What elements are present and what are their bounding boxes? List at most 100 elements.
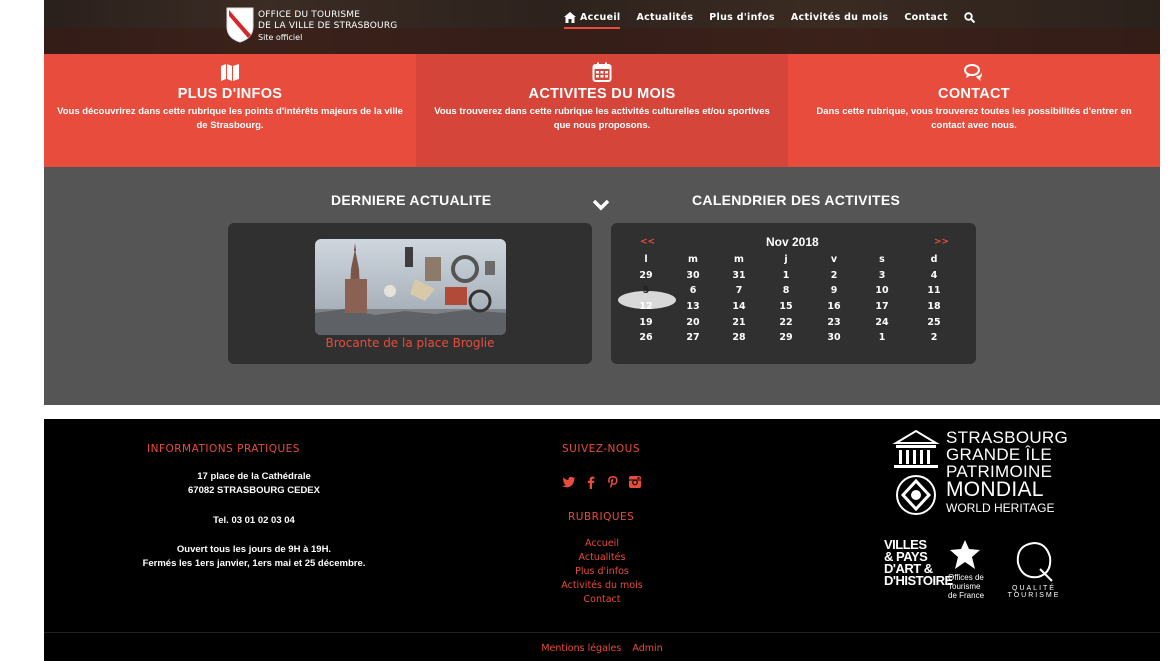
calendar-day[interactable]: 23 <box>814 317 854 328</box>
qualite-tourisme-label: QUALITÉ TOURISME <box>1007 585 1061 599</box>
calendar-day[interactable]: 24 <box>862 317 902 328</box>
news-item-link[interactable]: Brocante de la place Broglie <box>228 336 592 350</box>
instagram-icon[interactable] <box>628 475 642 489</box>
calendar-day[interactable]: 10 <box>862 285 902 296</box>
news-image[interactable] <box>315 239 506 335</box>
calendar-day[interactable]: 11 <box>914 285 954 296</box>
nav-label: Accueil <box>580 12 621 23</box>
calendar-day[interactable]: 8 <box>766 285 806 296</box>
rubriques-links: Accueil Actualités Plus d'infos Activité… <box>522 537 682 607</box>
calendar-day[interactable]: 31 <box>719 270 759 281</box>
calendar-day[interactable]: 27 <box>673 332 713 343</box>
nav-item-activites-mois[interactable]: Activités du mois <box>791 12 888 23</box>
calendar-day[interactable]: 2 <box>814 270 854 281</box>
feature-band: PLUS D'INFOS Vous découvrirez dans cette… <box>44 54 1160 167</box>
calendar-weekday: l <box>644 254 648 265</box>
calendar-day[interactable]: 29 <box>626 270 666 281</box>
feature-title: PLUS D'INFOS <box>177 86 283 102</box>
footer-link-accueil[interactable]: Accueil <box>522 537 682 551</box>
page: OFFICE DU TOURISME DE LA VILLE DE STRASB… <box>44 0 1160 661</box>
calendar-month-label: Nov 2018 <box>766 235 819 249</box>
calendar-weekday: m <box>688 254 698 265</box>
calendar-day[interactable]: 20 <box>673 317 713 328</box>
news-panel: Brocante de la place Broglie <box>228 223 592 364</box>
calendar-weekday: j <box>784 254 788 265</box>
feature-contact[interactable]: CONTACT Dans cette rubrique, vous trouve… <box>788 54 1160 167</box>
calendar-day[interactable]: 30 <box>814 332 854 343</box>
calendar-weekday: m <box>734 254 744 265</box>
site-logo-text[interactable]: OFFICE DU TOURISME DE LA VILLE DE STRASB… <box>258 10 397 43</box>
chevron-down-icon[interactable] <box>592 199 610 211</box>
otf-star-icon <box>950 540 980 569</box>
qualite-tourisme-logo: QUALITÉ TOURISME <box>998 539 1070 599</box>
nav-item-contact[interactable]: Contact <box>904 12 948 23</box>
calendar-day[interactable]: 17 <box>862 301 902 312</box>
calendar-day[interactable]: 4 <box>914 270 954 281</box>
social-links <box>562 475 642 489</box>
villes-pays-art-histoire-logo: VILLES & PAYS D'ART & D'HISTOIRE <box>884 537 953 588</box>
calendar-day[interactable]: 1 <box>862 332 902 343</box>
unesco-line-4: MONDIAL <box>946 478 1044 501</box>
admin-link[interactable]: Admin <box>632 643 662 654</box>
calendar-day[interactable]: 28 <box>719 332 759 343</box>
home-icon <box>564 12 576 23</box>
feature-title: CONTACT <box>938 86 1010 102</box>
twitter-icon[interactable] <box>562 475 576 489</box>
unesco-logo <box>892 429 940 515</box>
legal-links: Mentions légales Admin <box>44 643 1160 654</box>
calendar-day[interactable]: 21 <box>719 317 759 328</box>
unesco-text: STRASBOURG GRANDE ÎLE PATRIMOINE MONDIAL… <box>946 429 1068 517</box>
nav-item-accueil[interactable]: Accueil <box>564 12 621 29</box>
calendar-day[interactable]: 26 <box>626 332 666 343</box>
calendar-day[interactable]: 9 <box>814 285 854 296</box>
calendar-day[interactable]: 13 <box>673 301 713 312</box>
calendar-day[interactable]: 12 <box>626 301 666 312</box>
feature-text: Vous découvrirez dans cette rubrique les… <box>57 106 403 131</box>
calendar-day[interactable]: 15 <box>766 301 806 312</box>
calendar-next-button[interactable]: >> <box>934 237 949 247</box>
feature-plus-infos[interactable]: PLUS D'INFOS Vous découvrirez dans cette… <box>44 54 416 167</box>
unesco-line-5: WORLD HERITAGE <box>946 501 1055 515</box>
calendar-day[interactable]: 22 <box>766 317 806 328</box>
nav-label: Contact <box>904 12 948 23</box>
hours-line-1: Ouvert tous les jours de 9H à 19H. <box>176 544 332 555</box>
mentions-legales-link[interactable]: Mentions légales <box>541 643 621 654</box>
footer-link-plus-infos[interactable]: Plus d'infos <box>522 565 682 579</box>
calendar-day[interactable]: 16 <box>814 301 854 312</box>
unesco-line-1: STRASBOURG <box>946 428 1069 447</box>
nav-item-actualites[interactable]: Actualités <box>636 12 693 23</box>
calendar-day[interactable]: 19 <box>626 317 666 328</box>
search-icon[interactable] <box>964 12 975 23</box>
nav-label: Plus d'infos <box>709 12 775 23</box>
calendar-day[interactable]: 1 <box>766 270 806 281</box>
footer-divider <box>44 632 1160 633</box>
nav-item-plus-infos[interactable]: Plus d'infos <box>709 12 775 23</box>
calendar-prev-button[interactable]: << <box>640 237 655 247</box>
footer-link-contact[interactable]: Contact <box>522 593 682 607</box>
logo-line-1: OFFICE DU TOURISME <box>258 10 361 20</box>
offices-tourisme-france-logo: Offices de Tourisme de France <box>948 539 988 600</box>
calendar-day[interactable]: 14 <box>719 301 759 312</box>
calendar-day[interactable]: 7 <box>719 285 759 296</box>
main-nav: Accueil Actualités Plus d'infos Activité… <box>564 12 975 29</box>
calendar-day[interactable]: 29 <box>766 332 806 343</box>
pinterest-icon[interactable] <box>606 475 620 489</box>
section-divider <box>44 405 1160 419</box>
opening-hours: Ouvert tous les jours de 9H à 19H. Fermé… <box>84 543 424 571</box>
calendar-day[interactable]: 18 <box>914 301 954 312</box>
calendar-day[interactable]: 3 <box>862 270 902 281</box>
footer-link-actualites[interactable]: Actualités <box>522 551 682 565</box>
phone: Tel. 03 01 02 03 04 <box>213 515 295 526</box>
facebook-icon[interactable] <box>584 475 598 489</box>
calendar-day[interactable]: 30 <box>673 270 713 281</box>
calendar-day[interactable]: 2 <box>914 332 954 343</box>
footer-link-activites-mois[interactable]: Activités du mois <box>522 579 682 593</box>
calendar-panel: << Nov 2018 >> l m m j v s d 29 30 31 1 2 3 4 5 6 7 8 9 10 1… <box>611 223 976 364</box>
calendar-day-today[interactable]: 5 <box>626 285 666 296</box>
strasbourg-shield-logo[interactable] <box>226 7 254 43</box>
feature-activites-mois[interactable]: ACTIVITES DU MOIS Vous trouverez dans ce… <box>416 54 788 167</box>
otf-label: Offices de Tourisme de France <box>948 573 985 600</box>
info-title: INFORMATIONS PRATIQUES <box>147 443 300 455</box>
calendar-day[interactable]: 6 <box>673 285 713 296</box>
calendar-day[interactable]: 25 <box>914 317 954 328</box>
